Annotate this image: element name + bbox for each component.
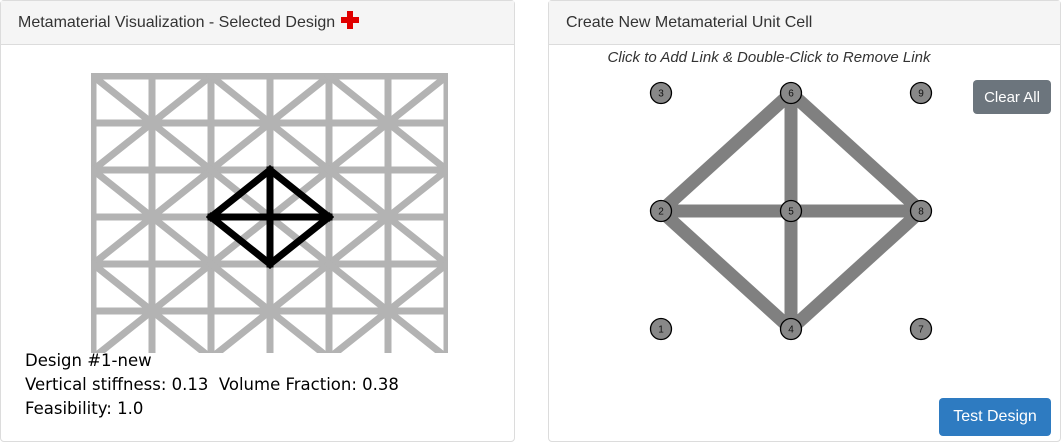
node-label: 5	[788, 207, 794, 218]
node-2[interactable]: 2	[649, 199, 673, 223]
node-4[interactable]: 4	[779, 317, 803, 341]
design-name: Design #1-new	[25, 351, 152, 370]
test-design-button[interactable]: Test Design	[939, 398, 1051, 436]
clear-all-button[interactable]: Clear All	[973, 80, 1051, 114]
node-8[interactable]: 8	[909, 199, 933, 223]
visualization-panel: Metamaterial Visualization - Selected De…	[0, 0, 515, 442]
red-cross-icon	[341, 11, 360, 34]
unit-cell-panel: Create New Metamaterial Unit Cell Click …	[548, 0, 1061, 442]
vertical-stiffness: Vertical stiffness: 0.13	[25, 375, 209, 394]
link-2-6[interactable]	[656, 88, 796, 216]
link-6-8[interactable]	[786, 88, 926, 216]
node-label: 6	[788, 89, 794, 100]
feasibility: Feasibility: 1.0	[25, 399, 144, 418]
node-label: 1	[658, 325, 664, 336]
node-3[interactable]: 3	[649, 81, 673, 105]
node-9[interactable]: 9	[909, 81, 933, 105]
node-label: 4	[788, 325, 794, 336]
volume-fraction: Volume Fraction: 0.38	[218, 375, 399, 394]
design-metrics-row: Vertical stiffness: 0.13 Volume Fraction…	[25, 373, 399, 397]
lattice-visualization	[91, 73, 448, 353]
unit-cell-panel-header: Create New Metamaterial Unit Cell	[549, 1, 1060, 45]
node-5[interactable]: 5	[779, 199, 803, 223]
node-label: 2	[658, 207, 664, 218]
node-1[interactable]: 1	[649, 317, 673, 341]
link-4-2[interactable]	[656, 206, 796, 334]
unit-cell-title: Create New Metamaterial Unit Cell	[566, 13, 813, 31]
instructions-text: Click to Add Link & Double-Click to Remo…	[607, 49, 931, 66]
node-label: 9	[918, 89, 924, 100]
metrics-spacer	[208, 375, 219, 394]
unit-cell-editor[interactable]: 1 2 3 4 5 6 7 8 9	[639, 73, 939, 363]
node-label: 3	[658, 89, 664, 100]
visualization-title: Metamaterial Visualization - Selected De…	[18, 13, 336, 31]
node-6[interactable]: 6	[779, 81, 803, 105]
design-info: Design #1-new Vertical stiffness: 0.13 V…	[25, 349, 399, 421]
visualization-panel-header: Metamaterial Visualization - Selected De…	[1, 1, 514, 45]
link-8-4[interactable]	[786, 206, 926, 334]
node-label: 7	[918, 325, 924, 336]
node-7[interactable]: 7	[909, 317, 933, 341]
node-label: 8	[918, 207, 924, 218]
